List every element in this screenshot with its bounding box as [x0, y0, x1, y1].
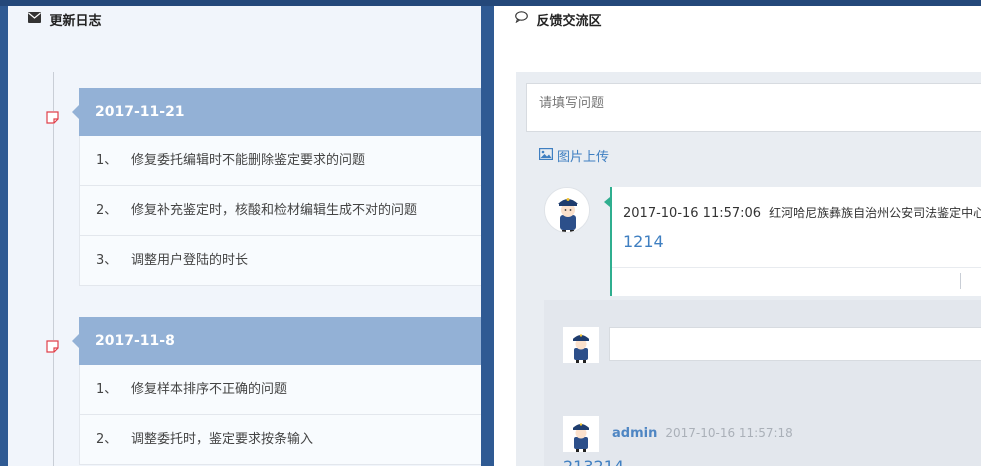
picture-icon: [539, 148, 554, 164]
list-item: 2、 调整委托时，鉴定要求按条输入: [79, 415, 481, 465]
reply-meta: admin 2017-10-16 11:57:18: [612, 426, 793, 441]
list-item: 1、 修复样本排序不正确的问题: [79, 365, 481, 415]
item-number: 1、: [96, 382, 118, 397]
envelope-icon: [28, 6, 41, 36]
comment-card: 2017-10-16 11:57:06 红河哈尼族彝族自治州公安司法鉴定中心 12…: [604, 187, 981, 296]
item-text: 修复样本排序不正确的问题: [131, 382, 288, 397]
avatar: [563, 327, 599, 363]
feedback-title: 反馈交流区: [536, 14, 602, 29]
note-icon: [46, 111, 59, 124]
avatar: [563, 416, 599, 452]
item-text: 修复补充鉴定时，核酸和检材编辑生成不对的问题: [131, 203, 418, 218]
changelog-header: 更新日志: [8, 6, 481, 40]
upload-label: 图片上传: [557, 150, 610, 165]
comment-meta: 2017-10-16 11:57:06 红河哈尼族彝族自治州公安司法鉴定中心: [623, 204, 981, 221]
avatar: [544, 187, 590, 233]
list-item: 3、 调整用户登陆的时长: [79, 236, 481, 286]
reply-time: 2017-10-16 11:57:18: [665, 426, 793, 440]
reply-input[interactable]: [609, 327, 981, 361]
changelog-panel: 更新日志 2017-11-21 1、 修复委托编辑时不能删除鉴定要求的问题 2、修…: [8, 6, 481, 466]
date-heading: 2017-11-21: [72, 88, 481, 136]
item-number: 2、: [96, 203, 118, 218]
list-item: 1、 修复委托编辑时不能删除鉴定要求的问题: [79, 136, 481, 186]
changelog-list: 1、 修复委托编辑时不能删除鉴定要求的问题 2、 修复补充鉴定时，核酸和检材编辑生成…: [79, 136, 481, 286]
note-icon: [46, 340, 59, 353]
image-upload-button[interactable]: 图片上传: [539, 146, 609, 165]
reply-username[interactable]: admin: [612, 426, 657, 441]
item-number: 3、: [96, 253, 118, 268]
divider: [960, 273, 961, 289]
item-text: 调整委托时，鉴定要求按条输入: [131, 432, 314, 447]
item-number: 2、: [96, 432, 118, 447]
item-text: 修复委托编辑时不能删除鉴定要求的问题: [131, 153, 366, 168]
list-item: 2、 修复补充鉴定时，核酸和检材编辑生成不对的问题: [79, 186, 481, 236]
item-number: 1、: [96, 153, 118, 168]
feedback-panel: 反馈交流区 图片上传 2017-10-16 11:57:06红河哈尼族彝族自: [494, 6, 981, 466]
reply-box: admin 2017-10-16 11:57:18 213214: [544, 300, 981, 466]
changelog-title: 更新日志: [49, 14, 102, 29]
feedback-header: 反馈交流区: [494, 6, 981, 40]
date-heading: 2017-11-8: [72, 317, 481, 365]
feedback-area: 图片上传 2017-10-16 11:57:06 红河哈尼族彝族自治州公安司法鉴定…: [516, 72, 981, 466]
comment-org: 红河哈尼族彝族自治州公安司法鉴定中心: [769, 206, 981, 220]
item-text: 调整用户登陆的时长: [131, 253, 249, 268]
question-input[interactable]: [526, 83, 981, 132]
reply-text: 213214: [563, 457, 624, 466]
changelog-list: 1、 修复样本排序不正确的问题 2、 调整委托时，鉴定要求按条输入: [79, 365, 481, 465]
comment-text: 1214: [623, 232, 664, 251]
timeline-line: [53, 72, 54, 466]
divider: [612, 267, 981, 268]
comment-icon: [515, 6, 528, 36]
comment-time: 2017-10-16 11:57:06: [623, 206, 762, 221]
